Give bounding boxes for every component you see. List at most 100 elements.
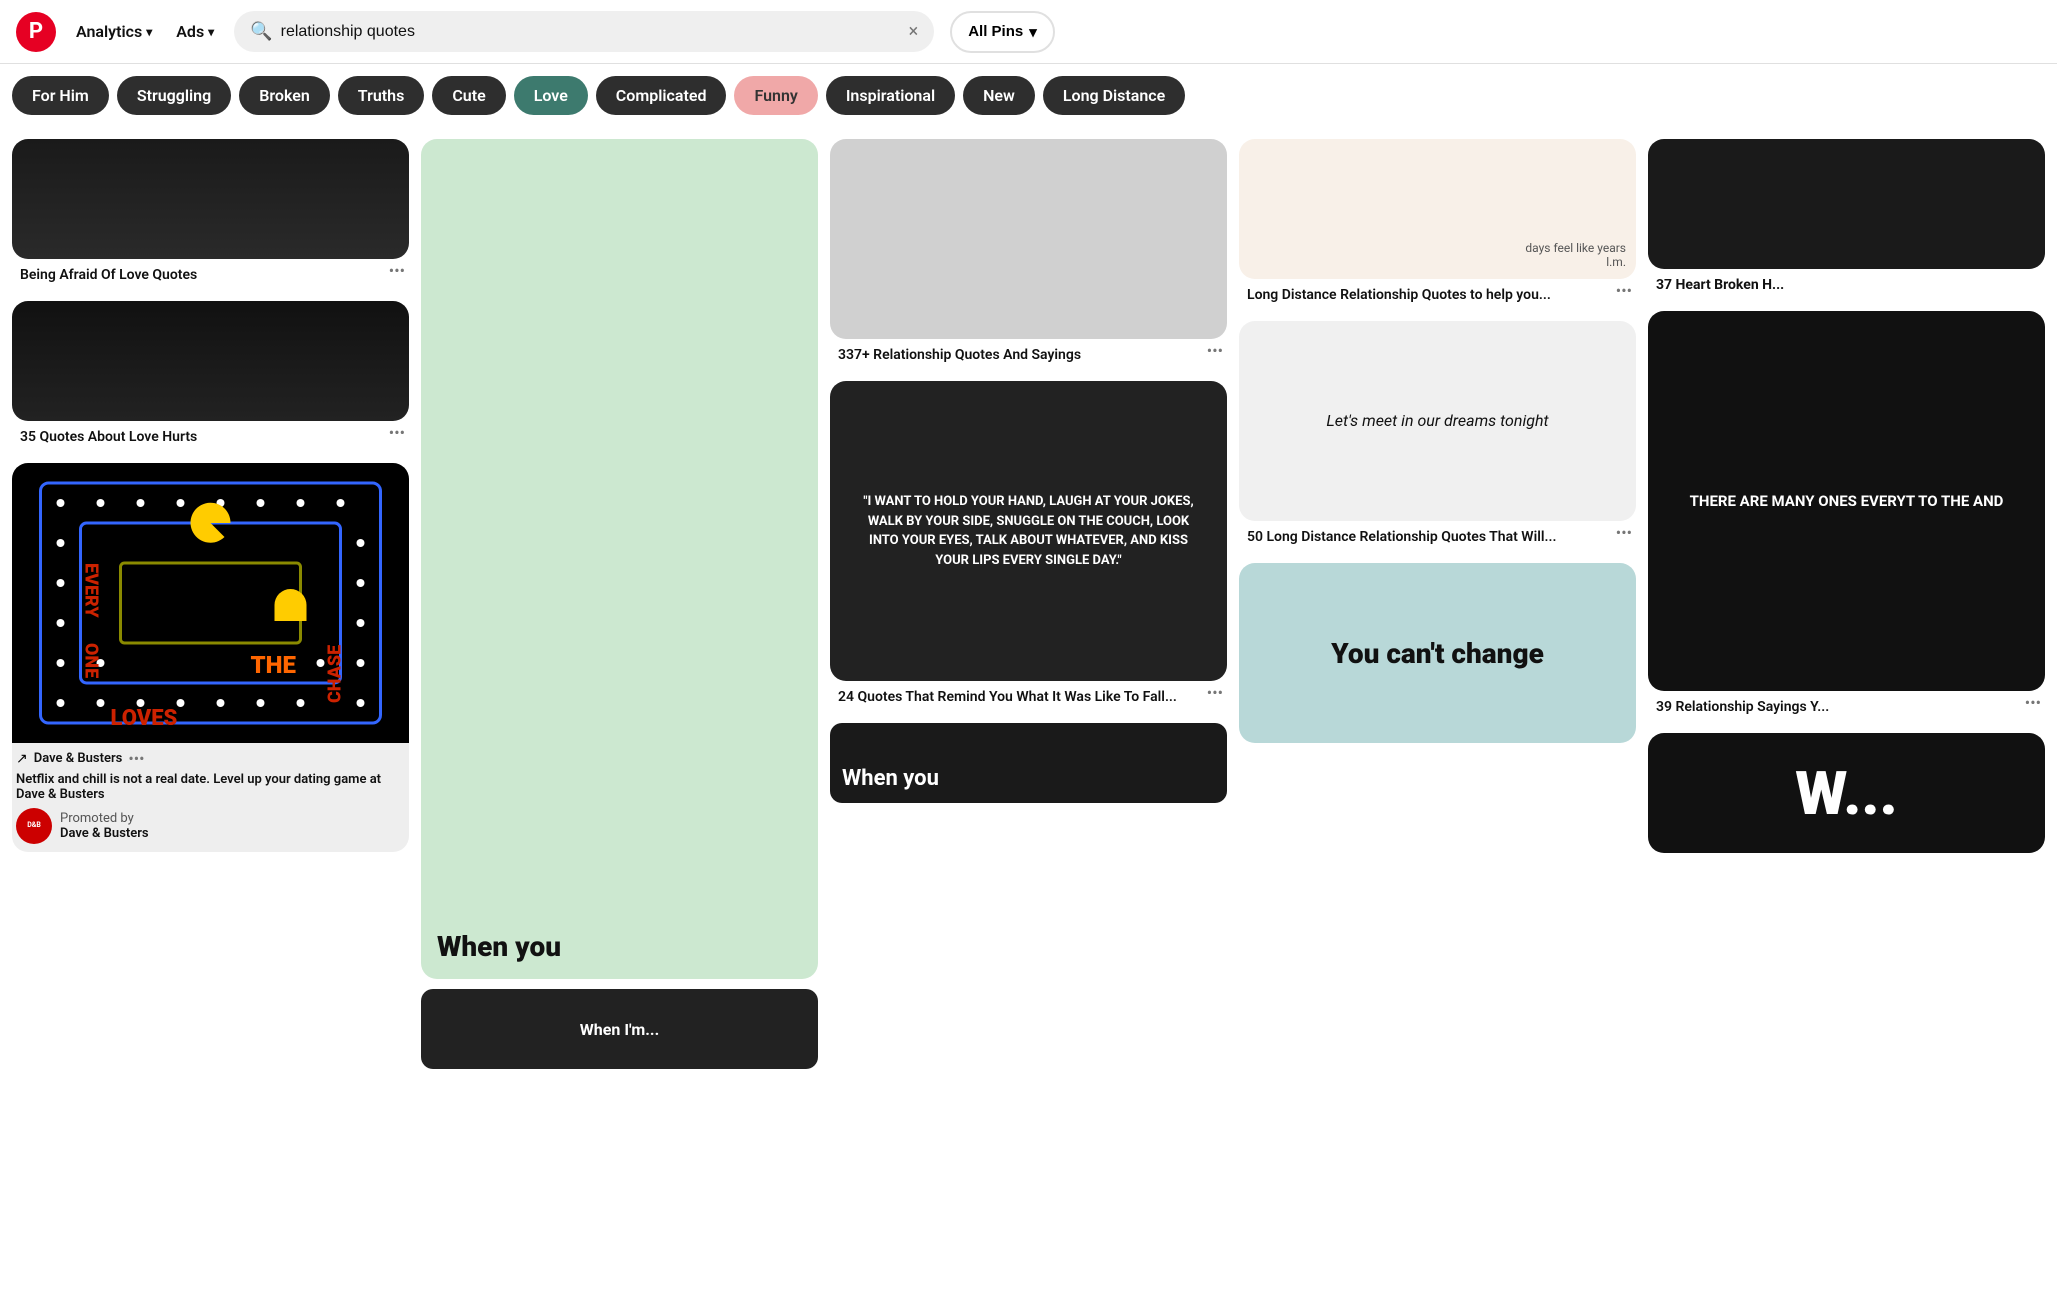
column-3: 337+ Relationship Quotes And Sayings •••… bbox=[830, 139, 1227, 1069]
when-you-card: When you bbox=[421, 139, 818, 979]
meet-dreams-quote: Let's meet in our dreams tonight bbox=[1326, 409, 1548, 433]
when-you-text: When you bbox=[437, 930, 561, 963]
far-quote-more-icon[interactable]: ••• bbox=[2025, 693, 2041, 712]
w-partial-image: W... bbox=[1648, 733, 2045, 853]
filter-broken[interactable]: Broken bbox=[239, 76, 330, 115]
when-you-partial-card: When you bbox=[830, 723, 1227, 803]
hold-hand-more-icon[interactable]: ••• bbox=[1207, 683, 1223, 702]
relationship-title: 337+ Relationship Quotes And Sayings bbox=[834, 341, 1085, 365]
heart-broken-card: 37 Heart Broken H... bbox=[1648, 139, 2045, 301]
being-afraid-card: Being Afraid Of Love Quotes ••• bbox=[12, 139, 409, 291]
hold-hand-title: 24 Quotes That Remind You What It Was Li… bbox=[834, 683, 1181, 707]
filter-truths[interactable]: Truths bbox=[338, 76, 425, 115]
w-partial-text: W... bbox=[1795, 758, 1897, 829]
relationship-more-icon[interactable]: ••• bbox=[1207, 341, 1223, 360]
filter-struggling[interactable]: Struggling bbox=[117, 76, 231, 115]
love-hurts-card: 35 Quotes About Love Hurts ••• bbox=[12, 301, 409, 453]
love-hurts-title: 35 Quotes About Love Hurts bbox=[16, 423, 201, 447]
bottom-dark-card: When I'm... bbox=[421, 989, 818, 1069]
filter-long-distance[interactable]: Long Distance bbox=[1043, 76, 1185, 115]
ad-more-icon[interactable]: ••• bbox=[128, 749, 144, 768]
being-afraid-meta: Being Afraid Of Love Quotes ••• bbox=[12, 259, 409, 291]
long-dist-1-card: days feel like years l.m. Long Distance … bbox=[1239, 139, 1636, 311]
long-dist-1-more-icon[interactable]: ••• bbox=[1616, 281, 1632, 300]
all-pins-button[interactable]: All Pins ▾ bbox=[950, 11, 1055, 53]
love-hurts-meta: 35 Quotes About Love Hurts ••• bbox=[12, 421, 409, 453]
relationship-image bbox=[830, 139, 1227, 339]
far-quote-text: THERE ARE MANY ONES EVERYT TO THE AND bbox=[1690, 491, 2004, 512]
ad-description: Netflix and chill is not a real date. Le… bbox=[12, 770, 409, 804]
analytics-nav[interactable]: Analytics ▾ bbox=[72, 14, 156, 49]
when-you-image: When you bbox=[421, 139, 818, 979]
hold-hand-quote-text: "I WANT TO HOLD YOUR HAND, LAUGH AT YOUR… bbox=[854, 492, 1203, 570]
ad-brand-name: Dave & Busters bbox=[34, 751, 123, 766]
promoted-by-label: Promoted by bbox=[60, 811, 149, 826]
search-input[interactable] bbox=[281, 23, 901, 41]
analytics-chevron-icon: ▾ bbox=[146, 25, 152, 39]
filter-inspirational[interactable]: Inspirational bbox=[826, 76, 955, 115]
meet-dreams-image: Let's meet in our dreams tonight bbox=[1239, 321, 1636, 521]
ads-nav[interactable]: Ads ▾ bbox=[172, 14, 218, 49]
relationship-meta: 337+ Relationship Quotes And Sayings ••• bbox=[830, 339, 1227, 371]
search-clear-icon[interactable]: × bbox=[909, 21, 919, 42]
pacman-game-image: EVERY ONE LOVES THE CHASE bbox=[12, 463, 409, 743]
hold-hand-meta: 24 Quotes That Remind You What It Was Li… bbox=[830, 681, 1227, 713]
ads-chevron-icon: ▾ bbox=[208, 25, 214, 39]
far-quote-meta: 39 Relationship Sayings Y... ••• bbox=[1648, 691, 2045, 723]
long-dist-1-meta: Long Distance Relationship Quotes to hel… bbox=[1239, 279, 1636, 311]
filter-for-him[interactable]: For Him bbox=[12, 76, 109, 115]
you-cant-card: You can't change bbox=[1239, 563, 1636, 743]
long-dist-1-image: days feel like years l.m. bbox=[1239, 139, 1636, 279]
bottom-dark-text: When I'm... bbox=[580, 1020, 659, 1039]
promoted-row: D&B Promoted by Dave & Busters bbox=[12, 804, 409, 852]
lm-sig-text: l.m. bbox=[1525, 255, 1626, 269]
analytics-label: Analytics bbox=[76, 22, 142, 41]
ad-brand-row: ↗ Dave & Busters ••• bbox=[12, 743, 409, 770]
you-cant-text: You can't change bbox=[1331, 637, 1544, 670]
column-2: When you When I'm... bbox=[421, 139, 818, 1069]
hold-hand-card: "I WANT TO HOLD YOUR HAND, LAUGH AT YOUR… bbox=[830, 381, 1227, 713]
column-5: 37 Heart Broken H... THERE ARE MANY ONES… bbox=[1648, 139, 2045, 1069]
main-content: Being Afraid Of Love Quotes ••• 35 Quote… bbox=[0, 127, 2057, 1081]
filter-cute[interactable]: Cute bbox=[432, 76, 505, 115]
love-hurts-more-icon[interactable]: ••• bbox=[389, 423, 405, 442]
promoted-avatar: D&B bbox=[16, 808, 52, 844]
filter-new[interactable]: New bbox=[963, 76, 1035, 115]
love-hurts-image bbox=[12, 301, 409, 421]
you-cant-image: You can't change bbox=[1239, 563, 1636, 743]
filter-funny[interactable]: Funny bbox=[734, 76, 817, 115]
logo-char: P bbox=[29, 19, 43, 44]
svg-text:EVERY: EVERY bbox=[81, 563, 102, 618]
being-afraid-title: Being Afraid Of Love Quotes bbox=[16, 261, 201, 285]
svg-text:ONE: ONE bbox=[81, 643, 102, 678]
relationship-sayings-card: 337+ Relationship Quotes And Sayings ••• bbox=[830, 139, 1227, 371]
meet-dreams-title: 50 Long Distance Relationship Quotes Tha… bbox=[1243, 523, 1560, 547]
search-icon: 🔍 bbox=[250, 21, 272, 42]
when-you-partial-text: When you bbox=[842, 766, 939, 791]
w-partial-card: W... bbox=[1648, 733, 2045, 853]
ads-label: Ads bbox=[176, 22, 204, 41]
meet-dreams-card: Let's meet in our dreams tonight 50 Long… bbox=[1239, 321, 1636, 553]
pinterest-logo[interactable]: P bbox=[16, 12, 56, 52]
far-quote-card: THERE ARE MANY ONES EVERYT TO THE AND 39… bbox=[1648, 311, 2045, 723]
meet-dreams-meta: 50 Long Distance Relationship Quotes Tha… bbox=[1239, 521, 1636, 553]
days-text: days feel like years bbox=[1525, 241, 1626, 255]
filter-love[interactable]: Love bbox=[514, 76, 588, 115]
promoted-logo-text: D&B bbox=[27, 822, 41, 830]
svg-text:CHASE: CHASE bbox=[325, 645, 346, 703]
filter-bar: For Him Struggling Broken Truths Cute Lo… bbox=[0, 64, 2057, 127]
app-header: P Analytics ▾ Ads ▾ 🔍 × All Pins ▾ bbox=[0, 0, 2057, 64]
promoted-brand-name: Dave & Busters bbox=[60, 826, 149, 841]
heart-broken-image bbox=[1648, 139, 2045, 269]
all-pins-chevron-icon: ▾ bbox=[1029, 23, 1037, 41]
being-afraid-more-icon[interactable]: ••• bbox=[389, 261, 405, 280]
pacman-ad-card: EVERY ONE LOVES THE CHASE bbox=[12, 463, 409, 852]
far-quote-title: 39 Relationship Sayings Y... bbox=[1652, 693, 1833, 717]
meet-dreams-more-icon[interactable]: ••• bbox=[1616, 523, 1632, 542]
long-dist-1-title: Long Distance Relationship Quotes to hel… bbox=[1243, 281, 1555, 305]
far-quote-image: THERE ARE MANY ONES EVERYT TO THE AND bbox=[1648, 311, 2045, 691]
filter-complicated[interactable]: Complicated bbox=[596, 76, 727, 115]
all-pins-label: All Pins bbox=[968, 23, 1023, 40]
heart-broken-title: 37 Heart Broken H... bbox=[1652, 271, 1788, 295]
ad-arrow-icon: ↗ bbox=[16, 751, 28, 767]
